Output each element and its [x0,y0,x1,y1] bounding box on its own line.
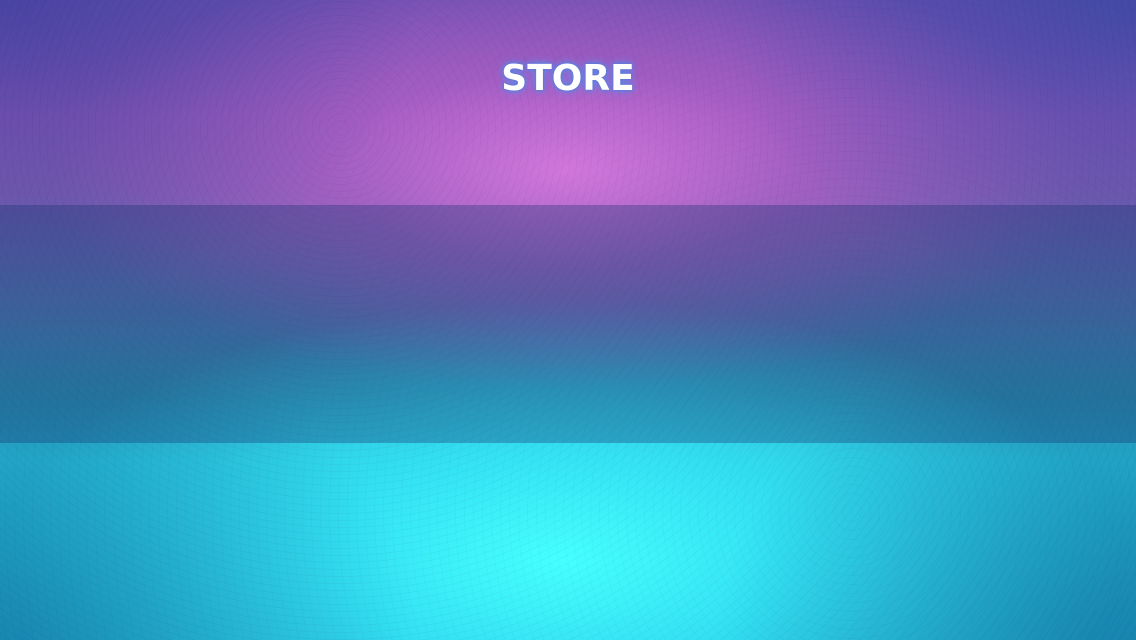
store-items-panel [0,205,1136,443]
store-screen: STORE [0,0,1136,640]
page-title: STORE [501,58,635,99]
